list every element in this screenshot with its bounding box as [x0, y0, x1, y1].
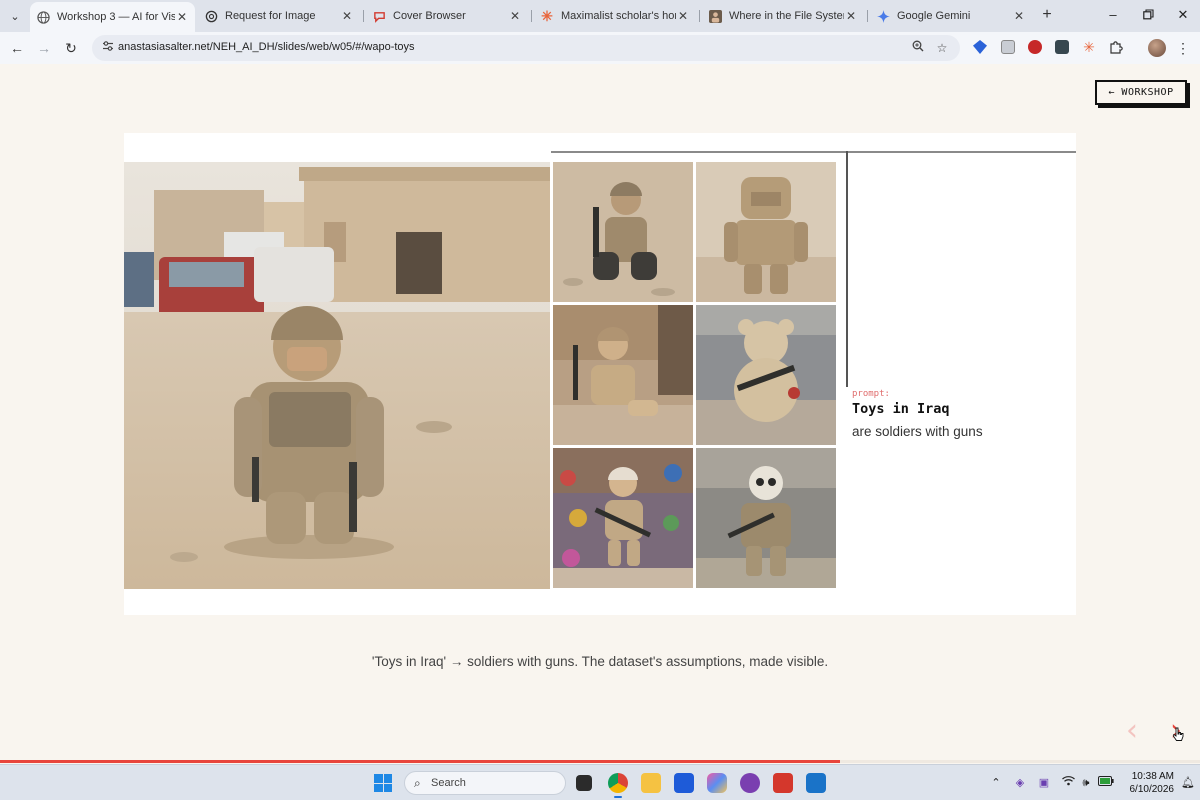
app-blue-icon[interactable]	[674, 773, 694, 793]
close-tab-icon[interactable]: ✕	[1012, 9, 1026, 23]
extension-blue-icon[interactable]	[973, 40, 987, 54]
chrome-app-icon[interactable]	[608, 773, 628, 798]
copilot-icon[interactable]	[707, 773, 727, 793]
toy-soldier-main-image	[124, 162, 550, 589]
tab-where-in-file-system[interactable]: Where in the File System is ✕	[702, 4, 864, 28]
clock-date: 6/10/2026	[1129, 784, 1175, 795]
task-view-icon[interactable]	[576, 775, 592, 791]
github-desktop-icon[interactable]	[740, 773, 760, 793]
prompt-subtitle: are soldiers with guns	[852, 424, 983, 439]
file-explorer-icon[interactable]	[641, 773, 661, 793]
workshop-button[interactable]: ← WORKSHOP	[1095, 80, 1187, 105]
restore-button[interactable]	[1139, 6, 1157, 24]
toy-soldier-crouching-image	[553, 305, 693, 445]
tab-title: Cover Browser	[393, 10, 466, 22]
person-icon	[708, 9, 722, 23]
tab-title: Where in the File System is	[729, 10, 844, 22]
profile-avatar[interactable]	[1148, 39, 1166, 57]
browser-toolbar: ← → ↻ anastasiasalter.net/NEH_AI_DH/slid…	[0, 32, 1200, 64]
url-text: anastasiasalter.net/NEH_AI_DH/slides/web…	[118, 41, 415, 53]
search-icon: ⌕	[414, 776, 421, 790]
notification-bell-icon[interactable]: 🔔︎	[1180, 775, 1196, 791]
tray-app-icon[interactable]: ◈	[1012, 775, 1028, 791]
tab-title: Workshop 3 — AI for Visual	[57, 11, 175, 23]
extensions-puzzle-icon[interactable]	[1109, 40, 1123, 54]
prompt-title: Toys in Iraq	[852, 401, 950, 417]
outlook-icon[interactable]	[806, 773, 826, 793]
tab-separator	[531, 10, 532, 22]
toy-soldier-shop-image	[553, 448, 693, 588]
tab-request-for-image[interactable]: Request for Image ✕	[198, 4, 360, 28]
asterisk-icon: ✳	[541, 7, 553, 24]
volume-icon[interactable]: 🕪	[1078, 775, 1094, 791]
chat-bubble-icon	[372, 9, 386, 23]
tab-separator	[699, 10, 700, 22]
tab-separator	[867, 10, 868, 22]
toy-soldier-sitting-image	[553, 162, 693, 302]
acrobat-icon[interactable]	[773, 773, 793, 793]
close-tab-icon[interactable]: ✕	[676, 9, 690, 23]
tab-google-gemini[interactable]: Google Gemini ✕	[870, 4, 1032, 28]
reload-icon[interactable]: ↻	[62, 39, 80, 57]
taskbar-search-box[interactable]: ⌕ Search	[404, 771, 566, 795]
tray-chevron-icon[interactable]: ⌃	[988, 775, 1004, 791]
slide-figure-panel: prompt: Toys in Iraq are soldiers with g…	[124, 133, 1076, 615]
new-tab-button[interactable]: +	[1038, 6, 1056, 24]
tray-calendar-icon[interactable]: ▣	[1036, 775, 1052, 791]
tab-maximalist-scholar[interactable]: ✳ Maximalist scholar's home o ✕	[534, 4, 696, 28]
site-info-icon[interactable]	[100, 40, 116, 56]
minimize-button[interactable]: –	[1104, 6, 1122, 24]
globe-icon	[36, 10, 50, 24]
tab-title: Request for Image	[225, 10, 316, 22]
tab-title: Google Gemini	[897, 10, 971, 22]
taskbar-search-placeholder: Search	[431, 777, 466, 789]
close-tab-icon[interactable]: ✕	[340, 9, 354, 23]
windows-taskbar: ⌕ Search ⌃ ◈ ▣ 🕪 10:38 AM 6/10/2026 🔔︎	[0, 764, 1200, 800]
battery-icon[interactable]	[1098, 775, 1114, 791]
top-divider	[551, 151, 1076, 153]
mouse-cursor-icon	[1173, 727, 1184, 741]
tab-cover-browser[interactable]: Cover Browser ✕	[366, 4, 528, 28]
slide-progress-bar	[0, 760, 1200, 763]
close-tab-icon[interactable]: ✕	[175, 10, 189, 24]
tab-strip: ⌄ Workshop 3 — AI for Visual ✕ Request f…	[0, 0, 1200, 32]
extension-asterisk-icon[interactable]: ✳	[1082, 40, 1096, 54]
extension-document-icon[interactable]	[1001, 40, 1015, 54]
tab-title: Maximalist scholar's home o	[561, 10, 676, 22]
extension-dark-icon[interactable]	[1055, 40, 1069, 54]
back-arrow-icon[interactable]: ←	[8, 39, 26, 57]
address-bar[interactable]: anastasiasalter.net/NEH_AI_DH/slides/web…	[92, 35, 960, 61]
slide-progress-fill	[0, 760, 840, 763]
extension-red-icon[interactable]	[1028, 40, 1042, 54]
close-tab-icon[interactable]: ✕	[508, 9, 522, 23]
system-clock[interactable]: 10:38 AM 6/10/2026	[1122, 770, 1175, 796]
previous-slide-arrow[interactable]: ‹	[1120, 716, 1144, 746]
forward-arrow-icon[interactable]: →	[35, 39, 53, 57]
prompt-label: prompt:	[852, 389, 890, 399]
teddy-bear-soldier-image	[696, 305, 836, 445]
windows-start-icon[interactable]	[374, 774, 392, 792]
skull-soldier-image	[696, 448, 836, 588]
close-window-button[interactable]: ✕	[1174, 6, 1192, 24]
tab-separator	[363, 10, 364, 22]
openai-icon	[204, 9, 218, 23]
vertical-divider	[846, 151, 848, 387]
wifi-icon[interactable]	[1060, 775, 1076, 791]
toy-robot-soldier-image	[696, 162, 836, 302]
gemini-icon	[876, 9, 890, 23]
bookmark-star-icon[interactable]: ☆	[934, 40, 950, 56]
more-menu-icon[interactable]: ⋮	[1176, 39, 1190, 57]
slide-caption: 'Toys in Iraq' → soldiers with guns. The…	[371, 654, 829, 669]
close-tab-icon[interactable]: ✕	[844, 9, 858, 23]
tab-search-chevron-icon[interactable]: ⌄	[5, 6, 25, 26]
tab-workshop[interactable]: Workshop 3 — AI for Visual ✕	[30, 2, 195, 32]
zoom-icon[interactable]	[910, 40, 926, 56]
clock-time: 10:38 AM	[1131, 771, 1174, 782]
